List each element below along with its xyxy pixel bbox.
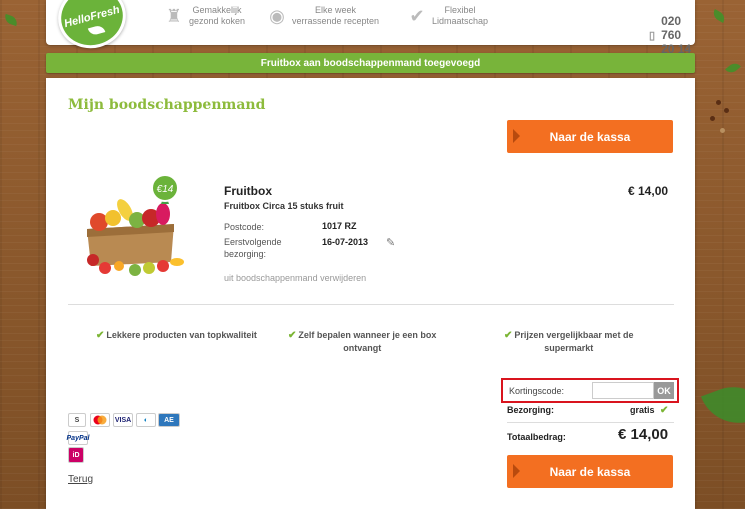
checkout-label: Naar de kassa: [549, 464, 631, 479]
peppercorn-decoration: [724, 108, 729, 113]
divider: [68, 304, 674, 305]
diners-payment-icon: ◐: [136, 413, 156, 427]
logo-leaf-icon: [87, 24, 106, 37]
delivery-cost-value: gratis ✔: [630, 405, 670, 416]
checkmark-icon: ✔: [409, 5, 425, 26]
feature-line: Flexibel: [444, 5, 476, 15]
checkout-button-bottom[interactable]: Naar de kassa: [507, 455, 673, 488]
total-label: Totaalbedrag:: [507, 432, 566, 442]
divider: [507, 422, 674, 423]
page-title: Mijn boodschappenmand: [68, 97, 266, 113]
delivery-date-value: 16-07-2013: [322, 237, 369, 247]
leaf-decoration: [725, 60, 741, 76]
check-icon: ✔: [288, 330, 297, 341]
usp-text: Zelf bepalen wanneer je een box: [298, 330, 437, 340]
phone-icon: ▯: [649, 29, 656, 42]
usp-quality: ✔ Lekkere producten van topkwaliteit: [96, 329, 257, 342]
basil-leaf-decoration: [700, 375, 745, 435]
paypal-payment-icon: PayPal: [67, 431, 89, 445]
discount-label: Kortingscode:: [509, 386, 565, 396]
feature-line: verrassende recepten: [292, 16, 380, 26]
feature-line: Elke week: [315, 5, 357, 15]
feature-line: Lidmaatschap: [432, 16, 489, 26]
fruitbox-image: €14: [87, 174, 184, 276]
cart-panel: Mijn boodschappenmand Naar de kassa €14 …: [46, 78, 695, 509]
usp-text: supermarkt: [544, 343, 594, 353]
arrow-right-icon: [513, 129, 520, 143]
total-value: € 14,00: [618, 426, 669, 443]
delivery-label: Eerstvolgende bezorging:: [224, 236, 282, 260]
discount-ok-button[interactable]: OK: [654, 382, 674, 399]
checkout-label: Naar de kassa: [549, 129, 631, 144]
postcode-value: 1017 RZ: [322, 221, 357, 231]
delivery-label-line: bezorging:: [224, 249, 267, 259]
added-to-cart-notice: Fruitbox aan boodschappenmand toegevoegd: [46, 53, 695, 73]
peppercorn-decoration: [716, 100, 721, 105]
check-icon: ✔: [504, 330, 513, 341]
check-icon: ✔: [660, 405, 669, 416]
product-subtitle: Fruitbox Circa 15 stuks fruit: [224, 201, 344, 211]
delivery-label-line: Eerstvolgende: [224, 237, 282, 247]
check-icon: ✔: [96, 330, 105, 341]
peppercorn-decoration: [710, 116, 715, 121]
feature-flexible-membership: ✔ Flexibel Lidmaatschap: [406, 5, 488, 27]
usp-flexible-delivery: ✔ Zelf bepalen wanneer je een box ontvang…: [288, 329, 436, 354]
leaf-decoration: [3, 13, 19, 27]
plate-icon: ◉: [269, 5, 285, 26]
leaf-decoration: [710, 9, 728, 23]
postcode-label: Postcode:: [224, 222, 265, 232]
feature-easy-cooking: ♜ Gemakkelijk gezond koken: [163, 5, 245, 27]
usp-text: Lekkere producten van topkwaliteit: [106, 330, 257, 340]
notice-text: Fruitbox aan boodschappenmand toegevoegd: [260, 57, 481, 69]
chef-hat-icon: ♜: [165, 5, 183, 26]
feature-weekly-recipes: ◉ Elke week verrassende recepten: [266, 5, 379, 27]
discount-code-input[interactable]: [592, 382, 654, 399]
visa-payment-icon: VISA: [113, 413, 133, 427]
phone-text: 020 760 20 14: [661, 14, 692, 56]
product-price: € 14,00: [628, 184, 669, 198]
discount-code-box: Kortingscode: OK: [501, 378, 679, 403]
site-header: ♜ Gemakkelijk gezond koken ◉ Elke week ver…: [46, 0, 695, 56]
product-name: Fruitbox: [224, 184, 272, 198]
remove-from-cart-link[interactable]: uit boodschappenmand verwijderen: [224, 273, 366, 283]
checkout-button-top[interactable]: Naar de kassa: [507, 120, 673, 153]
mastercard-payment-icon: [90, 413, 110, 427]
ideal-payment-icon: iD: [68, 447, 84, 463]
phone-number: ▯ 020 760 20 14: [649, 14, 695, 56]
hellofresh-logo[interactable]: HelloFresh: [51, 0, 133, 56]
pencil-edit-icon[interactable]: ✎: [386, 236, 395, 249]
arrow-right-icon: [513, 464, 520, 478]
usp-text: Prijzen vergelijkbaar met de: [514, 330, 634, 340]
amex-payment-icon: AE: [158, 413, 180, 427]
feature-line: Gemakkelijk: [192, 5, 242, 15]
sofort-payment-icon: S: [68, 413, 86, 427]
back-link[interactable]: Terug: [68, 474, 93, 485]
peppercorn-decoration: [720, 128, 725, 133]
price-badge: €14: [157, 184, 174, 195]
usp-price: ✔ Prijzen vergelijkbaar met de supermarkt: [504, 329, 633, 354]
delivery-cost-label: Bezorging:: [507, 405, 554, 415]
delivery-cost-text: gratis: [630, 405, 655, 415]
usp-text: ontvangt: [343, 343, 382, 353]
feature-line: gezond koken: [189, 16, 246, 26]
